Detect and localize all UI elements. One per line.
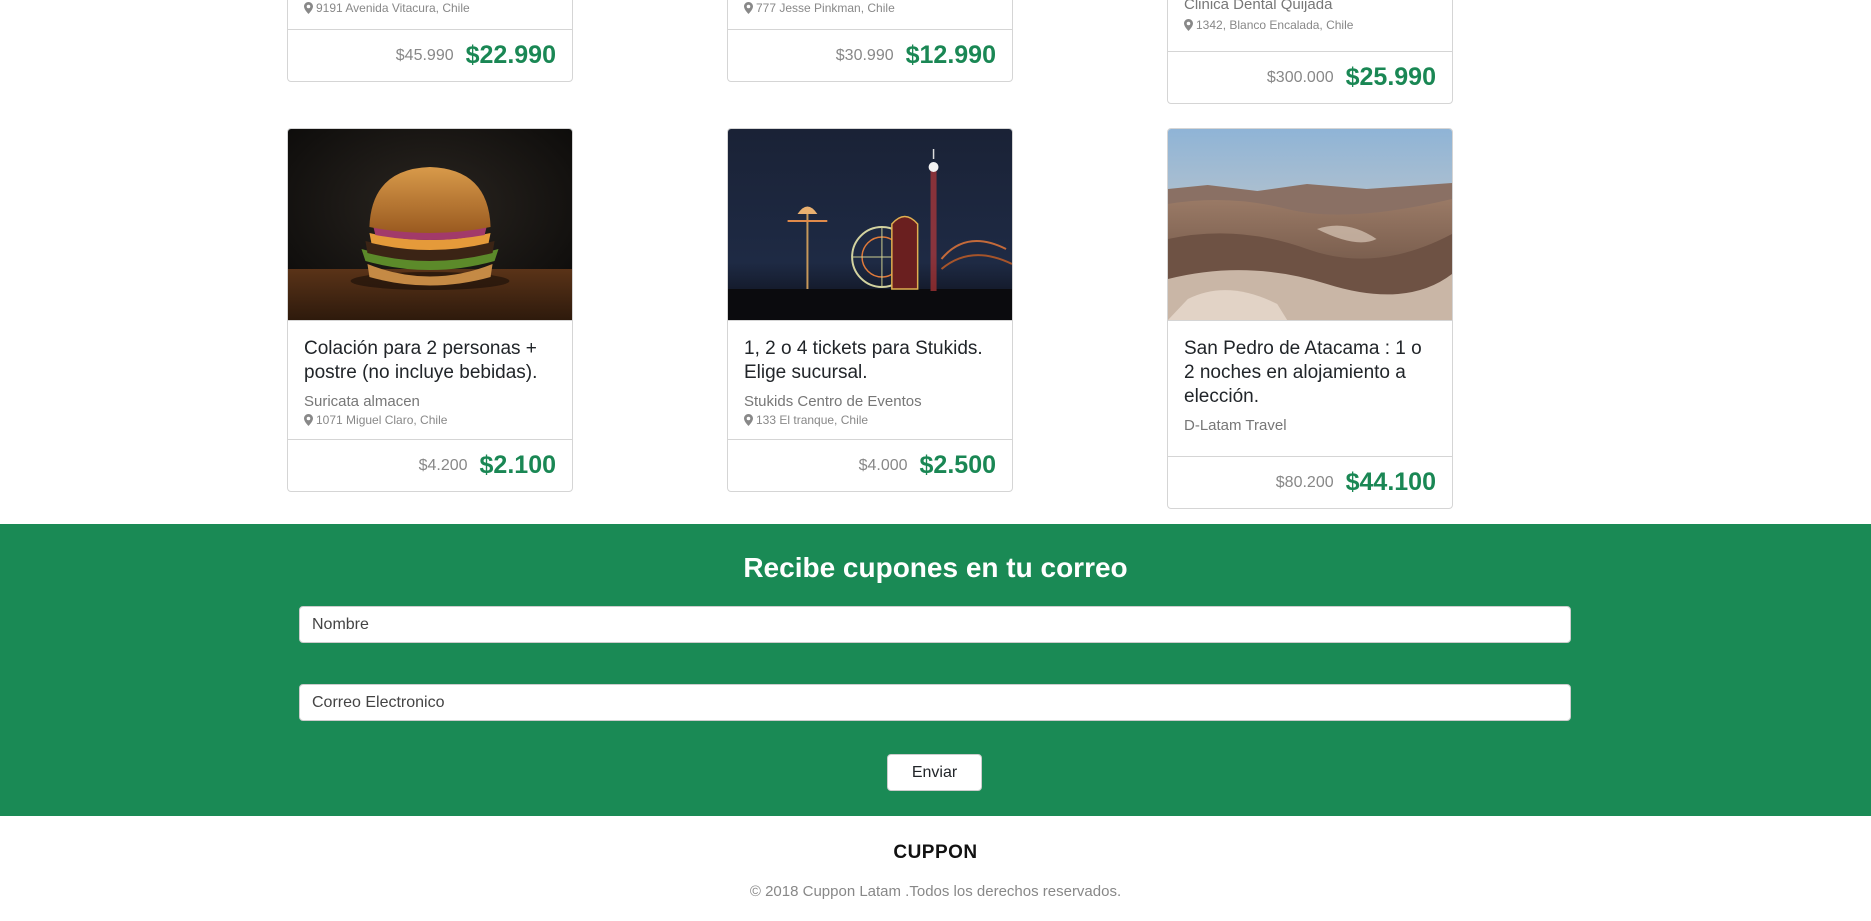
name-input[interactable] (299, 606, 1571, 643)
card-address: 133 El tranque, Chile (744, 413, 996, 427)
footer-brand[interactable]: CUPPON (0, 842, 1871, 864)
deal-card[interactable]: Clinica Dental Quijada 1342, Blanco Enca… (1167, 0, 1453, 104)
original-price: $30.990 (835, 46, 894, 64)
discount-price: $2.100 (479, 451, 556, 479)
deal-card[interactable]: 777 Jesse Pinkman, Chile $30.990 $12.990 (727, 0, 1013, 82)
card-merchant: Clinica Dental Quijada (1184, 0, 1333, 13)
discount-price: $22.990 (465, 41, 556, 69)
discount-price: $12.990 (905, 41, 996, 69)
card-address-text: 1071 Miguel Claro, Chile (316, 413, 448, 427)
map-pin-icon (304, 414, 313, 426)
map-pin-icon (744, 414, 753, 426)
card-title[interactable]: Colación para 2 personas + postre (no in… (304, 337, 556, 385)
newsletter-section: Recibe cupones en tu correo Enviar (0, 524, 1871, 816)
card-title[interactable]: 1, 2 o 4 tickets para Stukids. Elige suc… (744, 337, 996, 385)
card-address: 9191 Avenida Vitacura, Chile (304, 1, 470, 15)
card-merchant: Stukids Centro de Eventos (744, 393, 922, 410)
deal-card[interactable]: 1, 2 o 4 tickets para Stukids. Elige suc… (727, 128, 1013, 492)
card-title[interactable]: San Pedro de Atacama : 1 o 2 noches en a… (1184, 337, 1436, 409)
newsletter-heading: Recibe cupones en tu correo (743, 552, 1128, 583)
discount-price: $25.990 (1345, 63, 1436, 91)
map-pin-icon (1184, 19, 1193, 31)
card-address: 1342, Blanco Encalada, Chile (1184, 18, 1353, 32)
card-price-row: $30.990 $12.990 (728, 29, 1012, 81)
burger-photo[interactable] (288, 129, 572, 321)
desert-valley-photo[interactable] (1168, 129, 1452, 321)
card-price-row: $4.000 $2.500 (728, 439, 1012, 491)
card-price-row: $45.990 $22.990 (288, 29, 572, 81)
card-address-text: 133 El tranque, Chile (756, 413, 869, 427)
email-input[interactable] (299, 684, 1571, 721)
deals-grid: 9191 Avenida Vitacura, Chile $45.990 $22… (0, 0, 1871, 524)
amusement-park-photo[interactable] (728, 129, 1012, 321)
original-price: $80.200 (1275, 473, 1334, 491)
card-address-text: 777 Jesse Pinkman, Chile (756, 1, 895, 15)
map-pin-icon (304, 2, 313, 14)
original-price: $4.200 (418, 456, 468, 474)
deal-card[interactable]: San Pedro de Atacama : 1 o 2 noches en a… (1167, 128, 1453, 509)
discount-price: $2.500 (919, 451, 996, 479)
map-pin-icon (744, 2, 753, 14)
card-address-text: 9191 Avenida Vitacura, Chile (316, 1, 470, 15)
footer-copyright: © 2018 Cuppon Latam .Todos los derechos … (749, 883, 1122, 900)
site-footer: CUPPON © 2018 Cuppon Latam .Todos los de… (0, 816, 1871, 921)
card-address-text: 1342, Blanco Encalada, Chile (1196, 18, 1354, 32)
card-merchant: Suricata almacen (304, 393, 420, 410)
card-merchant: D-Latam Travel (1184, 417, 1287, 434)
original-price: $300.000 (1266, 68, 1334, 86)
original-price: $45.990 (395, 46, 454, 64)
original-price: $4.000 (858, 456, 908, 474)
card-address: 1071 Miguel Claro, Chile (304, 413, 556, 427)
card-price-row: $80.200 $44.100 (1168, 456, 1452, 508)
discount-price: $44.100 (1345, 468, 1436, 496)
submit-button[interactable]: Enviar (887, 754, 982, 791)
card-price-row: $300.000 $25.990 (1168, 51, 1452, 103)
card-address: 777 Jesse Pinkman, Chile (744, 1, 895, 15)
deal-card[interactable]: Colación para 2 personas + postre (no in… (287, 128, 573, 492)
deal-card[interactable]: 9191 Avenida Vitacura, Chile $45.990 $22… (287, 0, 573, 82)
card-price-row: $4.200 $2.100 (288, 439, 572, 491)
